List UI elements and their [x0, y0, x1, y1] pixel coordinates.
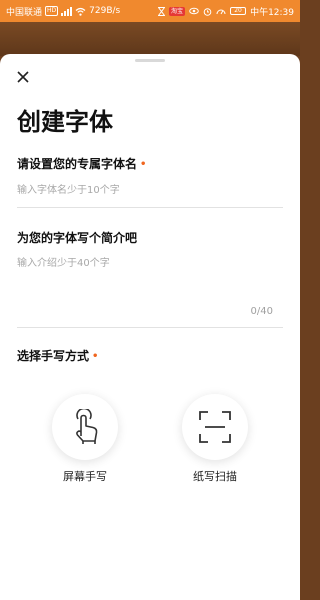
wifi-icon: [75, 7, 86, 16]
app-backdrop: [0, 22, 300, 56]
method-label-text: 选择手写方式: [17, 349, 90, 363]
signal-icon: [61, 6, 73, 16]
taobao-badge: 淘宝: [169, 6, 186, 16]
carrier-name: 中国联通: [6, 7, 43, 18]
close-icon: [17, 71, 29, 83]
scan-frame-icon: [199, 411, 231, 443]
close-button[interactable]: [14, 68, 32, 86]
font-name-input[interactable]: [17, 182, 283, 198]
battery-icon: 20: [230, 7, 247, 15]
option-label: 纸写扫描: [193, 470, 237, 483]
required-mark: •: [140, 159, 147, 170]
eye-icon: [189, 7, 199, 15]
required-mark: •: [92, 351, 99, 362]
status-bar: 中国联通 HD 729B/s 淘宝 20 中午12:39: [0, 0, 300, 22]
clock-time: 中午12:39: [250, 7, 294, 18]
hand-touch-icon: [76, 409, 98, 444]
option-circle[interactable]: [182, 394, 248, 460]
font-name-label: 请设置您的专属字体名 •: [17, 155, 146, 172]
page-title: 创建字体: [17, 108, 113, 136]
drag-handle[interactable]: [135, 59, 165, 62]
create-font-sheet: 创建字体 请设置您的专属字体名• 为您的字体写个简介吧 0/40 选择手写方式•…: [0, 54, 300, 600]
font-name-label-text: 请设置您的专属字体名: [17, 157, 138, 171]
hourglass-icon: [158, 6, 166, 16]
network-speed: 729B/s: [89, 6, 121, 16]
divider: [17, 207, 283, 208]
paper-scan-option[interactable]: 纸写扫描: [170, 394, 260, 484]
font-intro-input[interactable]: [17, 254, 283, 294]
method-label: 选择手写方式 •: [17, 347, 98, 364]
option-circle[interactable]: [52, 394, 118, 460]
font-intro-label: 为您的字体写个简介吧: [17, 231, 138, 245]
alarm-icon: [203, 7, 212, 16]
speedometer-icon: [216, 9, 226, 15]
divider: [17, 327, 283, 328]
option-label: 屏幕手写: [63, 470, 107, 483]
hd-badge: HD: [45, 6, 59, 16]
screen-handwriting-option[interactable]: 屏幕手写: [40, 394, 130, 484]
battery-level: 20: [234, 7, 242, 14]
char-counter: 0/40: [250, 306, 273, 317]
